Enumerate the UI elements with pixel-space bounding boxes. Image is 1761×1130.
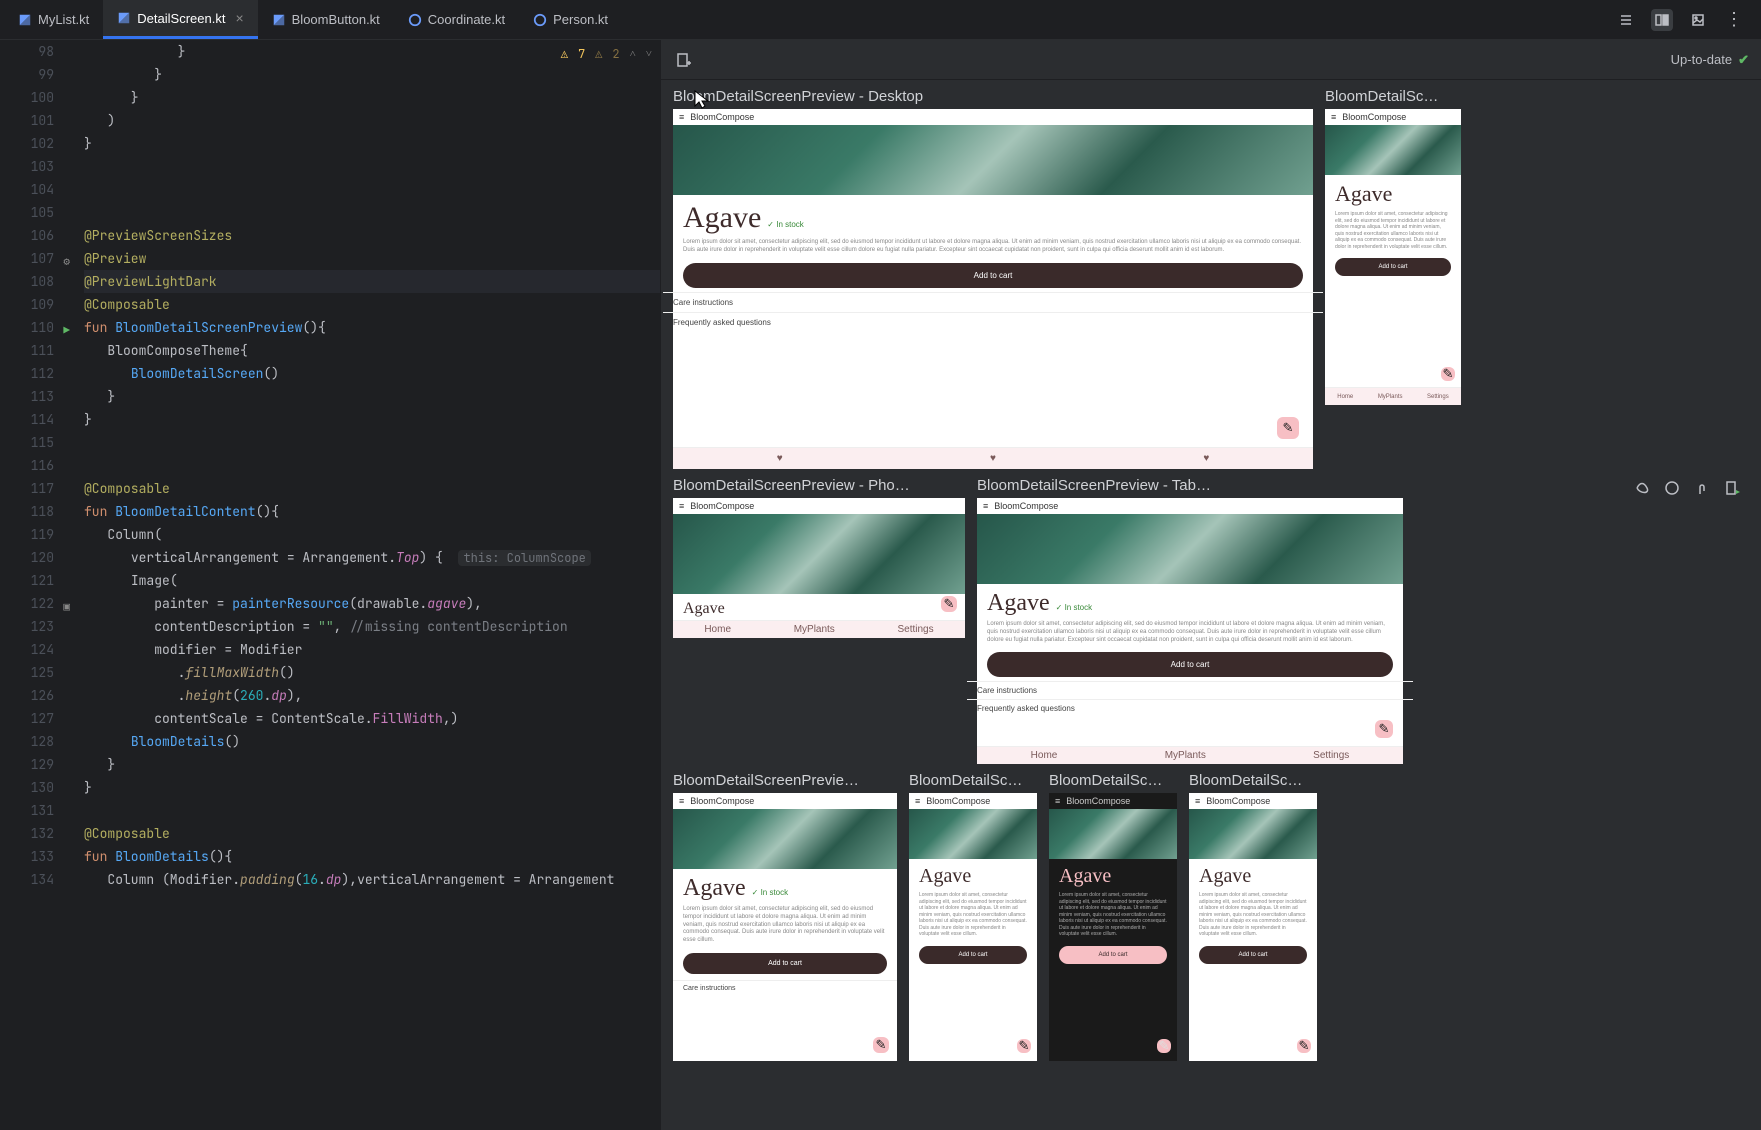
tab-bloombutton[interactable]: BloomButton.kt [258, 0, 394, 39]
weak-warning-count: 2 [612, 46, 619, 62]
preview-item-actions [1631, 477, 1743, 499]
tab-label: MyList.kt [38, 12, 89, 27]
preview-label: BloomDetailSc… [1325, 88, 1461, 105]
preview-thumbnail[interactable]: ≡BloomCompose Agave✓ In stock Lorem ipsu… [673, 793, 897, 1061]
list-view-icon[interactable] [1615, 9, 1637, 31]
warning-icon: ⚠ [561, 46, 568, 62]
preview-thumbnail[interactable]: ≡BloomCompose Agave Lorem ipsum dolor si… [909, 793, 1037, 1061]
preview-toolbar: Up-to-date ✔ [661, 40, 1761, 80]
compose-preview-panel: Up-to-date ✔ BloomDetailScreenPreview - … [660, 40, 1761, 1130]
close-icon[interactable]: × [235, 10, 243, 26]
tab-label: Coordinate.kt [428, 12, 505, 27]
kotlin-class-icon [533, 13, 547, 27]
split-view-icon[interactable] [1651, 9, 1673, 31]
tab-coordinate[interactable]: Coordinate.kt [394, 0, 519, 39]
kotlin-file-icon [117, 11, 131, 25]
run-preview-icon[interactable] [1721, 477, 1743, 499]
preview-status-text: Up-to-date [1671, 52, 1732, 67]
preview-scroll-area[interactable]: BloomDetailScreenPreview - Desktop ≡Bloo… [661, 80, 1761, 1130]
tab-bar-actions: ⋮ [1615, 9, 1757, 31]
warning-count: 7 [578, 46, 585, 62]
preview-thumbnail-dark[interactable]: ≡BloomCompose Agave Lorem ipsum dolor si… [1049, 793, 1177, 1061]
weak-warning-icon: ⚠ [595, 46, 602, 62]
interactive-icon[interactable] [1661, 477, 1683, 499]
preview-label: BloomDetailSc… [1189, 772, 1317, 789]
tab-person[interactable]: Person.kt [519, 0, 622, 39]
preview-label: BloomDetailScreenPreview - Pho… [673, 477, 965, 494]
fab-edit-icon: ✎ [1277, 417, 1299, 439]
preview-label: BloomDetailSc… [1049, 772, 1177, 789]
kotlin-class-icon [408, 13, 422, 27]
preview-label: BloomDetailSc… [909, 772, 1037, 789]
preview-thumbnail[interactable]: ≡BloomCompose Agave Lorem ipsum dolor si… [1189, 793, 1317, 1061]
design-view-icon[interactable] [1687, 9, 1709, 31]
check-icon: ✔ [1738, 52, 1749, 68]
inspection-summary[interactable]: ⚠ 7 ⚠ 2 ˄ ˅ [561, 46, 652, 62]
tab-mylist[interactable]: MyList.kt [4, 0, 103, 39]
prev-highlight-icon[interactable]: ˄ [630, 47, 636, 61]
more-options-icon[interactable]: ⋮ [1723, 9, 1745, 31]
editor-code-area[interactable]: } } } )}@PreviewScreenSizes@Preview@Prev… [72, 40, 660, 1130]
animate-icon[interactable] [1631, 477, 1653, 499]
kotlin-file-icon [272, 13, 286, 27]
tab-detailscreen[interactable]: DetailScreen.kt × [103, 0, 257, 39]
preview-thumbnail-desktop[interactable]: ≡BloomCompose Agave✓ In stock Lorem ipsu… [673, 109, 1313, 469]
editor-tab-bar: MyList.kt DetailScreen.kt × BloomButton.… [0, 0, 1761, 40]
preview-label: BloomDetailScreenPreview - Desktop [673, 88, 1313, 105]
add-to-cart-button: Add to cart [683, 263, 1303, 288]
gesture-icon[interactable] [1691, 477, 1713, 499]
preview-label: BloomDetailScreenPrevie… [673, 772, 897, 789]
kotlin-file-icon [18, 13, 32, 27]
next-highlight-icon[interactable]: ˅ [646, 47, 652, 61]
code-editor[interactable]: ⚠ 7 ⚠ 2 ˄ ˅ 9899100101102103104105106107… [0, 40, 660, 1130]
editor-gutter[interactable]: 9899100101102103104105106107⚙108109110▶1… [0, 40, 72, 1130]
tab-label: BloomButton.kt [292, 12, 380, 27]
preview-label: BloomDetailScreenPreview - Tab… [977, 477, 1403, 494]
add-preview-icon[interactable] [673, 49, 695, 71]
tab-label: DetailScreen.kt [137, 11, 225, 26]
tab-label: Person.kt [553, 12, 608, 27]
preview-thumbnail-phone[interactable]: ≡BloomCompose A⁠gave ✎ HomeMyPlantsSetti… [673, 498, 965, 638]
hero-image [673, 125, 1313, 195]
preview-thumbnail-tablet[interactable]: ≡BloomCompose Agave✓ In stock Lorem ipsu… [977, 498, 1403, 764]
preview-thumbnail-foldable[interactable]: ≡BloomCompose Agave Lorem ipsum dolor si… [1325, 109, 1461, 405]
